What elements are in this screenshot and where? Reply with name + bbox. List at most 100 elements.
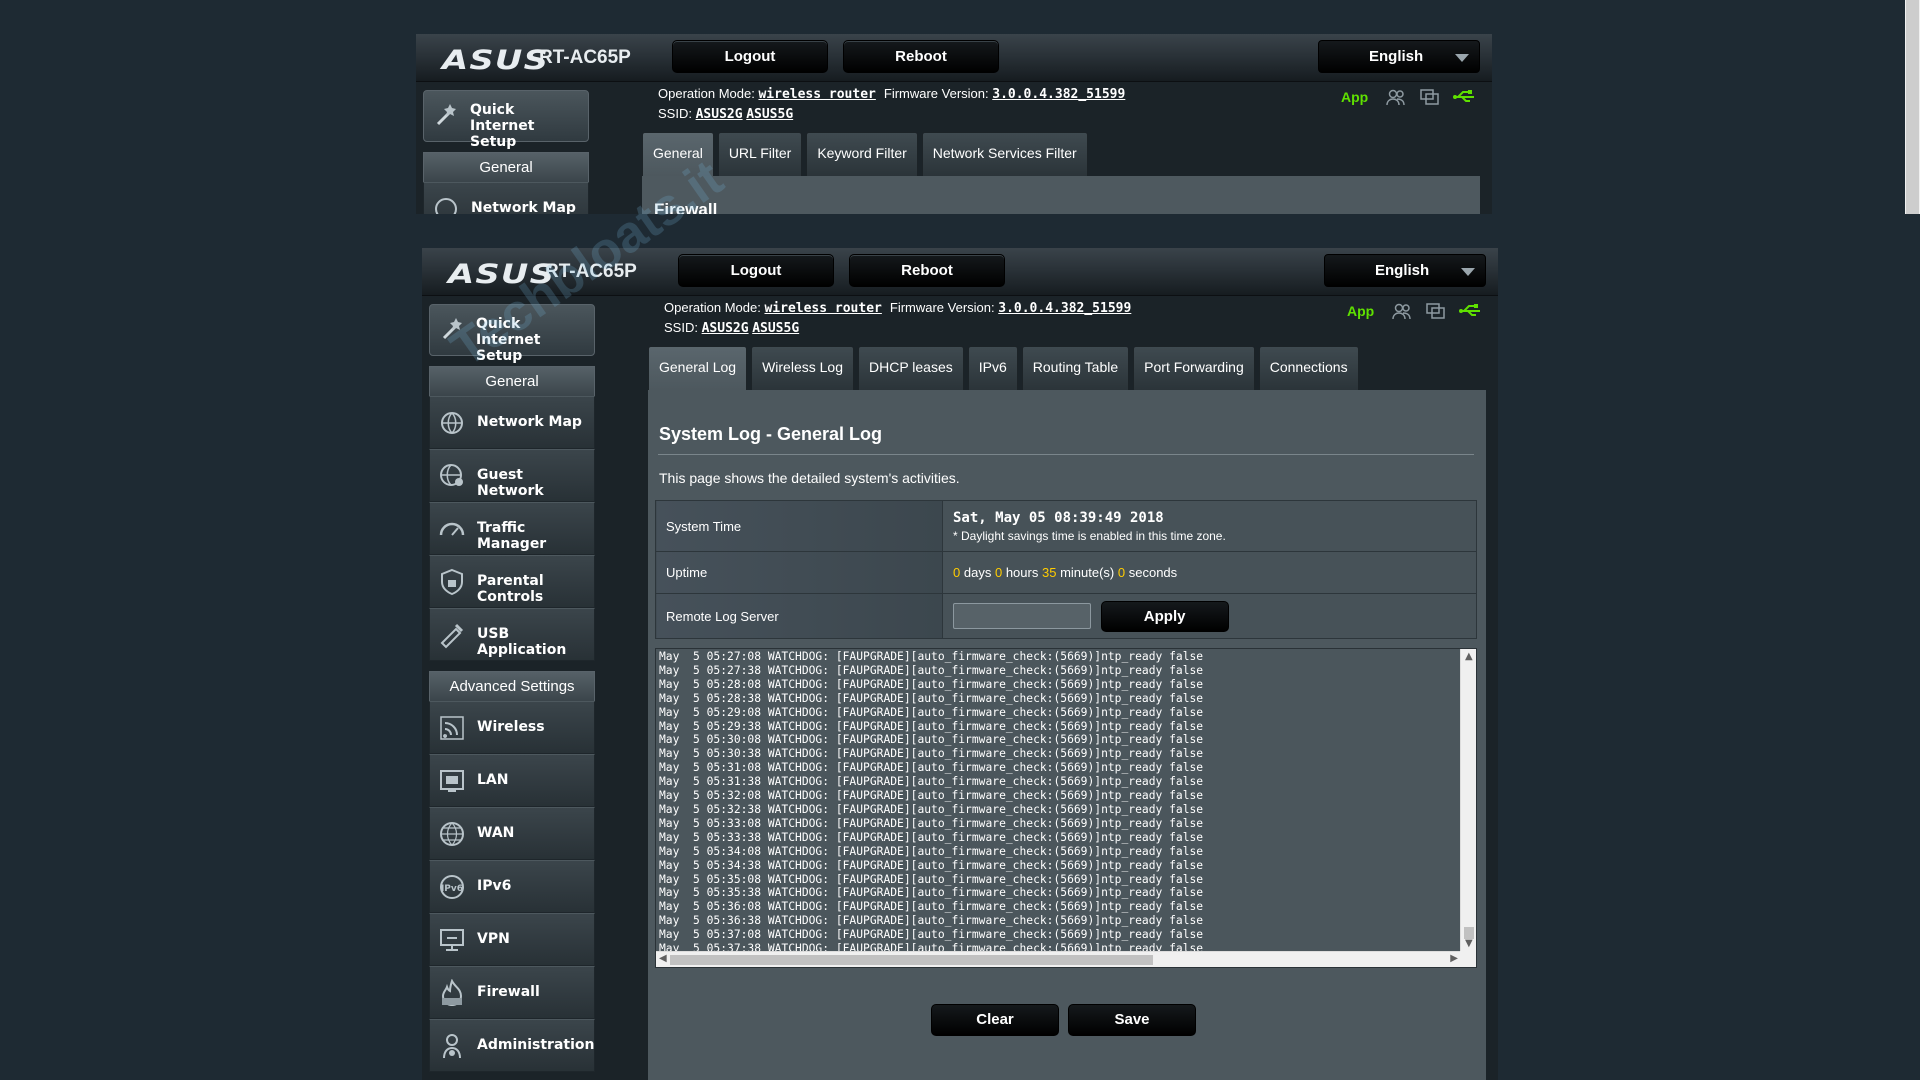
clear-button[interactable]: Clear <box>931 1004 1059 1036</box>
router-window-main: ASUS RT-AC65P Logout Reboot English Oper… <box>422 248 1498 1080</box>
tab-keyword-filter[interactable]: Keyword Filter <box>806 132 918 176</box>
operation-mode-label: Operation Mode: <box>658 86 755 101</box>
header-banner: ASUS RT-AC65P Logout Reboot English <box>416 34 1492 82</box>
reboot-button[interactable]: Reboot <box>843 40 999 73</box>
uptime-value: 0 days 0 hours 35 minute(s) 0 seconds <box>942 551 1477 594</box>
sidebar-item-label: Guest Network <box>477 467 544 499</box>
wireless-icon <box>440 716 464 740</box>
log-horizontal-scrollbar[interactable]: ◀ ▶ <box>656 951 1461 967</box>
copy-windows-icon[interactable] <box>1424 302 1448 320</box>
apply-button[interactable]: Apply <box>1100 600 1229 632</box>
sidebar-item-lan[interactable]: LAN <box>429 754 595 807</box>
sidebar-item-parental-controls[interactable]: Parental Controls <box>429 555 595 608</box>
ssid-5g-link[interactable]: ASUS5G <box>752 321 799 336</box>
sidebar-item-ipv6[interactable]: IPv6 IPv6 <box>429 860 595 913</box>
parental-controls-icon <box>441 568 463 596</box>
guest-network-icon <box>440 464 463 486</box>
language-select[interactable]: English <box>1324 254 1486 287</box>
clients-icon[interactable] <box>1390 302 1414 320</box>
sidebar-item-traffic-manager[interactable]: Traffic Manager <box>429 502 595 555</box>
sidebar-item-wan[interactable]: WAN <box>429 807 595 860</box>
page-description: This page shows the detailed system's ac… <box>659 470 960 486</box>
firmware-link[interactable]: 3.0.0.4.382_51599 <box>992 87 1125 102</box>
advanced-settings-header: Advanced Settings <box>429 671 595 701</box>
ssid-5g-link[interactable]: ASUS5G <box>746 107 793 122</box>
status-icons: App <box>1347 302 1482 320</box>
tab-wireless-log[interactable]: Wireless Log <box>751 346 854 390</box>
app-link[interactable]: App <box>1341 89 1368 105</box>
tab-routing-table[interactable]: Routing Table <box>1021 346 1130 390</box>
tab-dhcp-leases[interactable]: DHCP leases <box>857 346 964 390</box>
uptime-seconds-unit: seconds <box>1128 565 1178 580</box>
sidebar-item-usb-application[interactable]: USB Application <box>429 608 595 661</box>
log-vertical-scrollbar[interactable]: ▲ ▼ <box>1460 649 1476 951</box>
scroll-left-arrow-icon[interactable]: ◀ <box>659 953 667 964</box>
logout-button[interactable]: Logout <box>678 254 834 287</box>
dst-note: * Daylight savings time is enabled in th… <box>953 528 1226 543</box>
scroll-up-arrow-icon[interactable]: ▲ <box>1465 651 1473 662</box>
operation-mode-label: Operation Mode: <box>664 300 761 315</box>
usb-icon[interactable] <box>1452 88 1476 106</box>
quick-internet-setup-button[interactable]: Quick Internet Setup <box>423 90 589 150</box>
tab-url-filter[interactable]: URL Filter <box>717 132 803 176</box>
language-select[interactable]: English <box>1318 40 1480 73</box>
resize-grip-icon[interactable] <box>1460 951 1476 967</box>
tab-bar: General Log Wireless Log DHCP leases IPv… <box>648 346 1359 390</box>
tab-network-services-filter[interactable]: Network Services Filter <box>921 132 1088 176</box>
sidebar-item-label: Traffic Manager <box>477 520 547 552</box>
system-log-textarea[interactable]: May 5 05:27:08 WATCHDOG: [FAUPGRADE][aut… <box>655 648 1477 968</box>
firewall-icon <box>441 979 463 1006</box>
status-icons: App <box>1341 88 1476 106</box>
quick-setup-wand-icon <box>436 104 456 126</box>
language-value: English <box>1369 48 1424 65</box>
firmware-link[interactable]: 3.0.0.4.382_51599 <box>998 301 1131 316</box>
reboot-button[interactable]: Reboot <box>849 254 1005 287</box>
uptime-row: Uptime 0 days 0 hours 35 minute(s) 0 sec… <box>655 551 1477 594</box>
page-scrollbar[interactable] <box>1905 0 1920 214</box>
sidebar-item-label: Network Map <box>471 200 576 214</box>
sidebar-item-vpn[interactable]: VPN <box>429 913 595 966</box>
clients-icon[interactable] <box>1384 88 1408 106</box>
remote-log-row: Remote Log Server Apply <box>655 593 1477 639</box>
usb-icon[interactable] <box>1458 302 1482 320</box>
sidebar-item-firewall[interactable]: Firewall <box>429 966 595 1019</box>
log-horizontal-scroll-thumb[interactable] <box>670 955 1153 965</box>
scroll-right-arrow-icon[interactable]: ▶ <box>1450 953 1458 964</box>
copy-windows-icon[interactable] <box>1418 88 1442 106</box>
uptime-hours: 0 <box>994 565 1003 580</box>
ssid-2g-link[interactable]: ASUS2G <box>702 321 749 336</box>
system-time-label: System Time <box>655 500 943 552</box>
tab-connections[interactable]: Connections <box>1258 346 1359 390</box>
sidebar-item-network-map[interactable]: Network Map <box>429 396 595 449</box>
uptime-seconds: 0 <box>1117 565 1126 580</box>
tab-ipv6[interactable]: IPv6 <box>967 346 1018 390</box>
sidebar-item-label: WAN <box>477 825 515 841</box>
system-time-value-cell: Sat, May 05 08:39:49 2018 * Daylight sav… <box>942 500 1477 552</box>
chevron-down-icon <box>1461 268 1475 276</box>
administration-icon <box>443 1034 461 1059</box>
title-divider <box>658 454 1474 455</box>
logout-button[interactable]: Logout <box>672 40 828 73</box>
tab-port-forwarding[interactable]: Port Forwarding <box>1133 346 1255 390</box>
uptime-hours-unit: hours <box>1005 565 1039 580</box>
scroll-down-arrow-icon[interactable]: ▼ <box>1465 938 1473 949</box>
ssid-2g-link[interactable]: ASUS2G <box>696 107 743 122</box>
chevron-down-icon <box>1455 54 1469 62</box>
sidebar-item-administration[interactable]: Administration <box>429 1019 595 1072</box>
operation-mode-link[interactable]: wireless router <box>758 87 875 102</box>
language-value: English <box>1375 262 1430 279</box>
sidebar-item-guest-network[interactable]: Guest Network <box>429 449 595 502</box>
remote-log-server-input[interactable] <box>953 603 1091 629</box>
status-info: Operation Mode: wireless router Firmware … <box>658 84 1125 124</box>
page-scrollbar-thumb[interactable] <box>1906 0 1919 214</box>
uptime-minutes-unit: minute(s) <box>1060 565 1115 580</box>
tab-general-log[interactable]: General Log <box>648 346 748 390</box>
status-info: Operation Mode: wireless router Firmware … <box>664 298 1131 338</box>
operation-mode-link[interactable]: wireless router <box>764 301 881 316</box>
sidebar-item-wireless[interactable]: Wireless <box>429 701 595 754</box>
sidebar-item-network-map[interactable]: Network Map <box>423 182 589 214</box>
app-link[interactable]: App <box>1347 303 1374 319</box>
save-button[interactable]: Save <box>1068 1004 1196 1036</box>
ssid-label: SSID: <box>658 106 692 121</box>
asus-logo: ASUS <box>442 45 550 76</box>
